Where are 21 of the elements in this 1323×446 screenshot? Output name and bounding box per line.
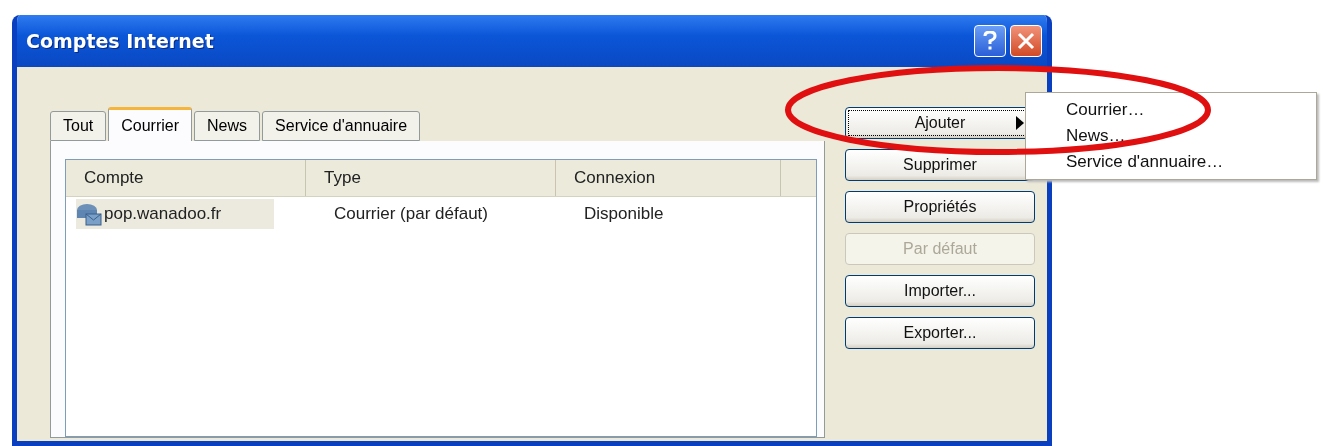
question-mark-icon [983,31,997,51]
close-button[interactable] [1010,25,1042,57]
account-name: pop.wanadoo.fr [104,204,222,224]
submenu-arrow-icon [1016,116,1024,130]
window-title: Comptes Internet [26,30,214,52]
list-item[interactable]: pop.wanadoo.fr [76,199,274,229]
column-header[interactable]: Type [306,160,556,196]
column-header[interactable]: Compte [66,160,306,196]
tab[interactable]: Tout [50,111,107,141]
tab[interactable]: Service d'annuaire [262,111,421,141]
column-header[interactable]: Connexion [556,160,781,196]
tab[interactable]: Courrier [108,107,193,141]
help-button[interactable] [974,25,1006,57]
table-cell: Courrier (par défaut) [334,204,488,224]
mail-server-icon [76,202,102,226]
close-icon [1017,32,1035,50]
dialog-button[interactable]: Propriétés [845,191,1035,223]
table-cell: Disponible [584,204,664,224]
dialog-button[interactable]: Exporter... [845,317,1035,349]
tab[interactable]: News [194,111,261,141]
dialog-button[interactable]: Importer... [845,275,1035,307]
